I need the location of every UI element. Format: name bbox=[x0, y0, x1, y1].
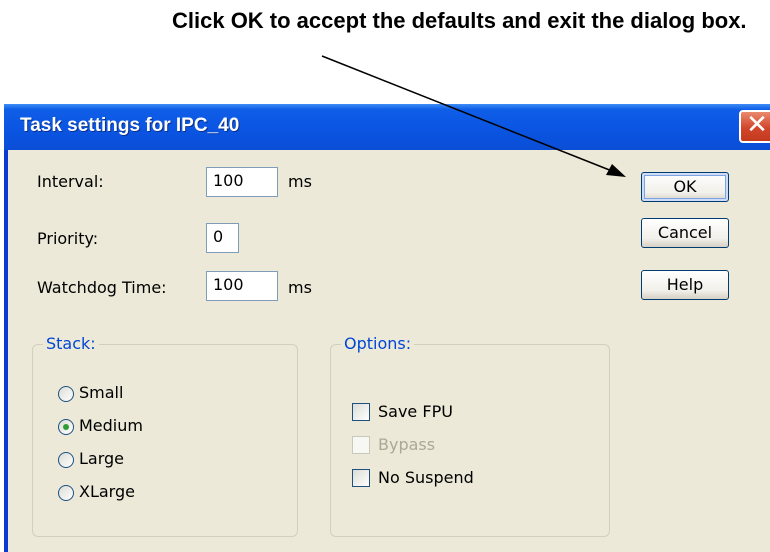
interval-label: Interval: bbox=[37, 172, 104, 191]
priority-input[interactable]: 0 bbox=[206, 223, 239, 253]
watchdog-time-unit: ms bbox=[288, 278, 312, 297]
checkbox-save-fpu-label[interactable]: Save FPU bbox=[378, 402, 453, 421]
radio-small-label[interactable]: Small bbox=[79, 383, 123, 402]
radio-medium-label[interactable]: Medium bbox=[79, 416, 143, 435]
help-button[interactable]: Help bbox=[641, 270, 729, 300]
options-group: Options: Save FPU Bypass No Suspend bbox=[330, 334, 610, 537]
stack-group: Stack: Small Medium Large XLarge bbox=[32, 334, 298, 537]
close-icon: ✕ bbox=[746, 110, 768, 140]
watchdog-time-input[interactable]: 100 bbox=[206, 271, 278, 301]
radio-xlarge-label[interactable]: XLarge bbox=[79, 482, 135, 501]
interval-unit: ms bbox=[288, 172, 312, 191]
priority-label: Priority: bbox=[37, 229, 99, 248]
radio-large[interactable] bbox=[58, 452, 74, 468]
checkbox-save-fpu[interactable] bbox=[352, 403, 370, 421]
radio-xlarge[interactable] bbox=[58, 485, 74, 501]
checkbox-no-suspend[interactable] bbox=[352, 469, 370, 487]
radio-small[interactable] bbox=[58, 386, 74, 402]
dialog-client-area: Interval: 100 ms Priority: 0 Watchdog Ti… bbox=[8, 150, 770, 552]
close-button[interactable]: ✕ bbox=[739, 110, 770, 143]
callout-text: Click OK to accept the defaults and exit… bbox=[172, 8, 747, 33]
options-legend: Options: bbox=[341, 334, 415, 353]
radio-medium[interactable] bbox=[58, 419, 74, 435]
task-settings-dialog: Task settings for IPC_40 ✕ Interval: 100… bbox=[4, 104, 770, 552]
title-bar[interactable]: Task settings for IPC_40 ✕ bbox=[4, 104, 770, 150]
checkbox-bypass-label: Bypass bbox=[378, 435, 436, 454]
cancel-button[interactable]: Cancel bbox=[641, 218, 729, 248]
watchdog-time-label: Watchdog Time: bbox=[37, 278, 167, 297]
interval-input[interactable]: 100 bbox=[206, 167, 278, 197]
checkbox-bypass bbox=[352, 436, 370, 454]
checkbox-no-suspend-label[interactable]: No Suspend bbox=[378, 468, 474, 487]
stack-legend: Stack: bbox=[43, 334, 99, 353]
ok-button[interactable]: OK bbox=[641, 172, 729, 202]
radio-large-label[interactable]: Large bbox=[79, 449, 124, 468]
window-title: Task settings for IPC_40 bbox=[20, 115, 240, 136]
